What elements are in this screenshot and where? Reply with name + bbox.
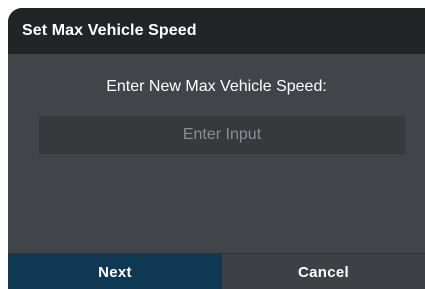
dialog-title: Set Max Vehicle Speed <box>22 22 197 39</box>
set-max-speed-dialog: Set Max Vehicle Speed Enter New Max Vehi… <box>8 8 425 289</box>
next-button[interactable]: Next <box>8 254 222 289</box>
max-speed-input[interactable] <box>39 116 405 154</box>
speed-prompt-label: Enter New Max Vehicle Speed: <box>106 78 327 95</box>
cancel-button[interactable]: Cancel <box>222 254 425 289</box>
dialog-button-row: Next Cancel <box>8 253 425 289</box>
dialog-title-bar: Set Max Vehicle Speed <box>8 8 425 54</box>
